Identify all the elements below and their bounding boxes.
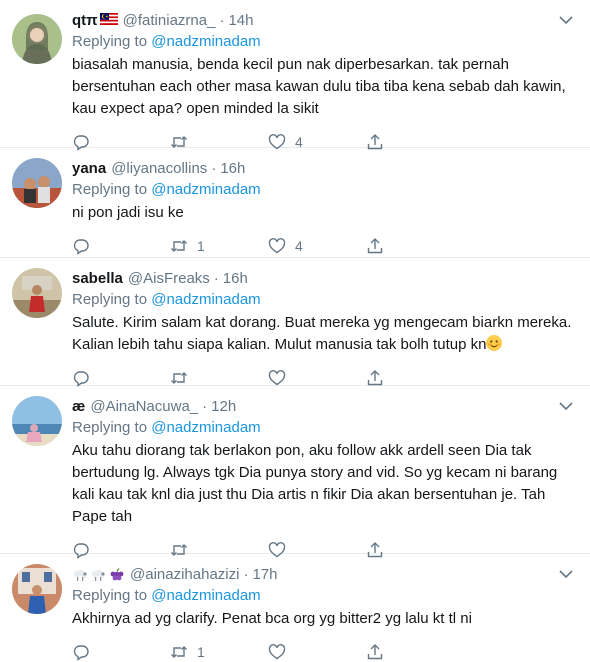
user-handle[interactable]: @fatiniazrna_ bbox=[123, 11, 216, 31]
separator-dot: · bbox=[211, 160, 217, 177]
tweet-actions: 1 bbox=[72, 634, 578, 662]
mention-link[interactable]: @nadzminadam bbox=[151, 419, 260, 436]
caret-down-icon[interactable] bbox=[558, 400, 574, 412]
timestamp[interactable]: 12h bbox=[211, 397, 236, 417]
timestamp[interactable]: 16h bbox=[223, 269, 248, 289]
reply-icon bbox=[73, 371, 89, 387]
like-count: 4 bbox=[295, 238, 303, 254]
replying-to-label: Replying to bbox=[72, 33, 148, 50]
like-button[interactable] bbox=[268, 643, 366, 661]
separator-dot: · bbox=[202, 398, 208, 415]
tweet-header: sabella @AisFreaks · 16h bbox=[72, 268, 578, 290]
separator-dot: · bbox=[213, 270, 219, 287]
like-button[interactable]: 4 bbox=[268, 237, 366, 255]
replying-to-label: Replying to bbox=[72, 419, 148, 436]
retweet-button[interactable] bbox=[170, 369, 268, 387]
tweet[interactable]: æ @AinaNacuwa_ · 12h Replying to @nadzmi… bbox=[0, 386, 590, 559]
mention-link[interactable]: @nadzminadam bbox=[151, 587, 260, 604]
share-icon bbox=[367, 370, 383, 386]
malaysia-flag-icon bbox=[99, 11, 118, 31]
tweet-text: Akhirnya ad yg clarify. Penat bca org yg… bbox=[72, 610, 472, 627]
tweet-header: @ainazihahazizi · 17h bbox=[72, 564, 578, 586]
avatar[interactable] bbox=[12, 14, 62, 64]
display-name[interactable]: sabella bbox=[72, 269, 123, 289]
share-icon bbox=[367, 238, 383, 254]
replying-to-label: Replying to bbox=[72, 291, 148, 308]
tweet-text-block: Salute. Kirim salam kat dorang. Buat mer… bbox=[72, 312, 578, 356]
replying-to: Replying to @nadzminadam bbox=[72, 180, 578, 200]
tweet[interactable]: qtπ @fatiniazrna_ · 14h Replying to @nad… bbox=[0, 0, 590, 151]
user-handle[interactable]: @AisFreaks bbox=[128, 269, 210, 289]
retweet-button[interactable]: 1 bbox=[170, 237, 268, 255]
caret-down-icon[interactable] bbox=[558, 568, 574, 580]
tweet-text: Aku tahu diorang tak berlakon pon, aku f… bbox=[72, 442, 558, 525]
reply-button[interactable] bbox=[72, 237, 170, 255]
tweet[interactable]: sabella @AisFreaks · 16h Replying to @na… bbox=[0, 258, 590, 387]
reply-button[interactable] bbox=[72, 643, 170, 661]
mention-link[interactable]: @nadzminadam bbox=[151, 291, 260, 308]
tweet[interactable]: @ainazihahazizi · 17h Replying to @nadzm… bbox=[0, 554, 590, 662]
share-button[interactable] bbox=[366, 643, 464, 661]
replying-to: Replying to @nadzminadam bbox=[72, 418, 578, 438]
display-name-emojis[interactable] bbox=[72, 568, 126, 582]
timestamp[interactable]: 16h bbox=[220, 159, 245, 179]
retweet-icon bbox=[171, 646, 187, 658]
timestamp[interactable]: 14h bbox=[228, 11, 253, 31]
avatar[interactable] bbox=[12, 158, 62, 208]
tweet-text: ni pon jadi isu ke bbox=[72, 204, 184, 221]
timestamp[interactable]: 17h bbox=[252, 565, 277, 585]
display-name[interactable]: æ bbox=[72, 397, 85, 417]
reply-feed: qtπ @fatiniazrna_ · 14h Replying to @nad… bbox=[0, 0, 590, 662]
user-handle[interactable]: @ainazihahazizi bbox=[130, 565, 239, 585]
retweet-count: 1 bbox=[197, 644, 205, 660]
avatar[interactable] bbox=[12, 396, 62, 446]
retweet-button[interactable]: 1 bbox=[170, 643, 268, 661]
tweet-header: æ @AinaNacuwa_ · 12h bbox=[72, 396, 578, 418]
reply-button[interactable] bbox=[72, 369, 170, 387]
separator-dot: · bbox=[243, 566, 249, 583]
grapes-emoji-icon bbox=[110, 568, 124, 581]
sheep-emoji-icon bbox=[73, 569, 87, 581]
display-name[interactable]: qtπ bbox=[72, 11, 98, 31]
avatar[interactable] bbox=[12, 268, 62, 318]
like-icon bbox=[268, 238, 286, 254]
share-button[interactable] bbox=[366, 237, 464, 255]
avatar[interactable] bbox=[12, 564, 62, 614]
tweet-header: qtπ @fatiniazrna_ · 14h bbox=[72, 10, 578, 32]
reply-icon bbox=[73, 239, 89, 255]
separator-dot: · bbox=[219, 12, 225, 29]
retweet-icon bbox=[171, 372, 187, 384]
share-icon bbox=[367, 644, 383, 660]
retweet-icon bbox=[171, 240, 187, 252]
replying-to: Replying to @nadzminadam bbox=[72, 586, 578, 606]
user-handle[interactable]: @liyanacollins bbox=[111, 159, 207, 179]
display-name[interactable]: yana bbox=[72, 159, 106, 179]
caret-down-icon[interactable] bbox=[558, 14, 574, 26]
user-handle[interactable]: @AinaNacuwa_ bbox=[90, 397, 198, 417]
replying-to-label: Replying to bbox=[72, 587, 148, 604]
replying-to: Replying to @nadzminadam bbox=[72, 290, 578, 310]
tweet[interactable]: yana @liyanacollins · 16h Replying to @n… bbox=[0, 148, 590, 258]
like-icon bbox=[268, 370, 286, 386]
like-icon bbox=[268, 644, 286, 660]
replying-to: Replying to @nadzminadam bbox=[72, 32, 578, 52]
reply-icon bbox=[73, 645, 89, 661]
replying-to-label: Replying to bbox=[72, 181, 148, 198]
smiling-face-emoji-icon bbox=[486, 335, 503, 351]
mention-link[interactable]: @nadzminadam bbox=[151, 181, 260, 198]
mention-link[interactable]: @nadzminadam bbox=[151, 33, 260, 50]
sheep-emoji-icon bbox=[91, 569, 105, 581]
tweet-text: biasalah manusia, benda kecil pun nak di… bbox=[72, 56, 566, 117]
share-button[interactable] bbox=[366, 369, 464, 387]
like-button[interactable] bbox=[268, 369, 366, 387]
retweet-count: 1 bbox=[197, 238, 205, 254]
tweet-header: yana @liyanacollins · 16h bbox=[72, 158, 578, 180]
